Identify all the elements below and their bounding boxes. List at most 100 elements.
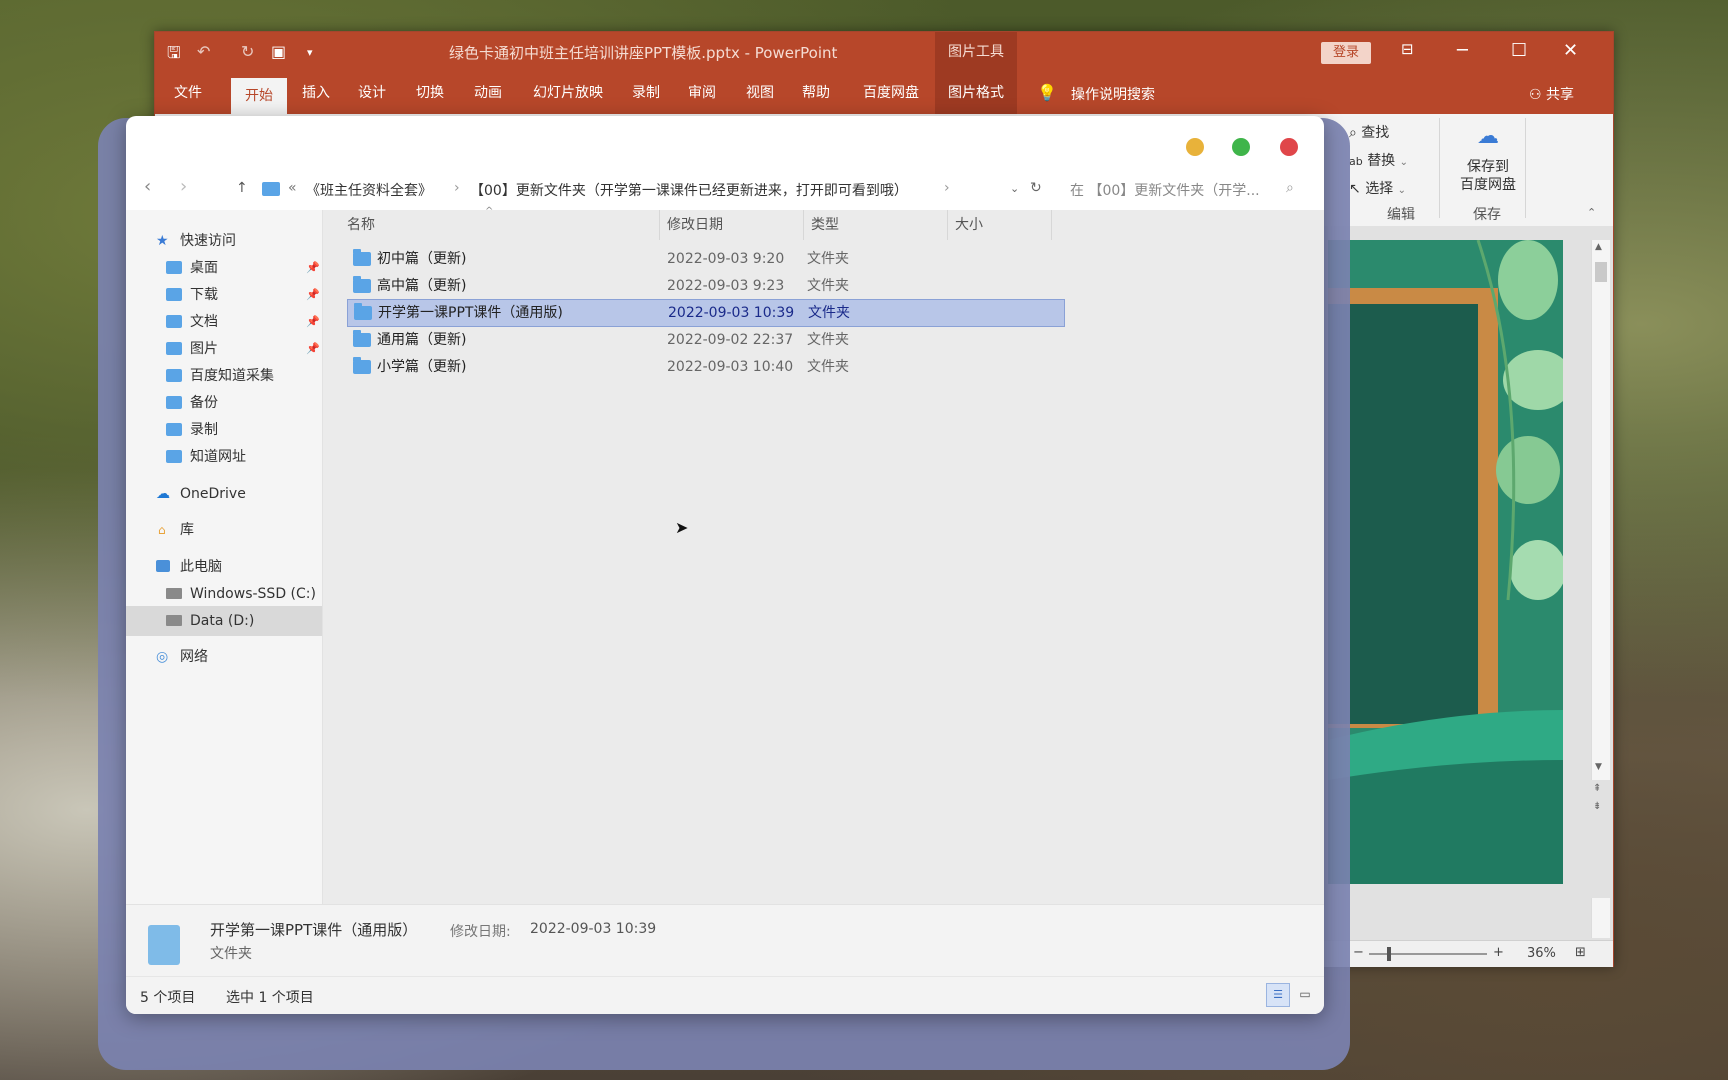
baidu-cloud-icon[interactable]: ☁ [1453,124,1523,149]
maximize-button[interactable] [1232,138,1250,156]
scroll-up-icon[interactable]: ▲ [1595,242,1602,252]
slide-thumbnail[interactable] [1328,240,1563,884]
customize-qat-icon[interactable]: ▾ [307,46,313,59]
file-name: 高中篇（更新) [377,278,467,294]
scroll-thumb[interactable] [1595,262,1607,282]
select-button[interactable]: ↖ 选择 ⌄ [1349,178,1406,198]
forward-icon[interactable]: › [180,176,187,197]
tab-record[interactable]: 录制 [621,72,671,114]
nav-pictures[interactable]: 图片 📌 [126,334,322,364]
tab-transitions[interactable]: 切换 [405,72,455,114]
nav-record[interactable]: 录制 [126,415,322,445]
breadcrumb-overflow[interactable]: « [288,180,297,196]
tab-file[interactable]: 文件 [163,72,213,114]
zoom-out-icon[interactable]: − [1353,945,1364,960]
folder-icon [353,276,371,293]
present-icon[interactable]: ▣ [271,42,286,61]
large-icons-view-icon[interactable]: ▭ [1294,983,1316,1005]
save-icon[interactable]: 🖫 [167,42,181,69]
search-icon[interactable]: ⌕ [1286,180,1294,196]
up-icon[interactable]: ↑ [236,180,248,196]
refresh-icon[interactable]: ↻ [1030,180,1042,196]
file-type: 文件夹 [807,251,849,267]
details-date: 2022-09-03 10:39 [530,921,657,937]
tab-baidu-pan[interactable]: 百度网盘 [851,72,931,114]
tab-picture-format[interactable]: 图片格式 [935,72,1017,114]
collapse-ribbon-icon[interactable]: ⌃ [1587,206,1596,219]
computer-icon [156,560,170,572]
nav-desktop[interactable]: 桌面 📌 [126,253,322,283]
find-button[interactable]: ⌕ 查找 [1349,122,1389,142]
nav-quick-access[interactable]: ★ 快速访问 [126,226,322,256]
nav-library[interactable]: ⌂ 库 [126,515,322,545]
breadcrumb-current[interactable]: 【00】更新文件夹（开学第一课课件已经更新进来，打开即可看到哦） [470,180,908,200]
zoom-slider-handle[interactable] [1387,947,1391,961]
nav-label: 知道网址 [190,449,246,465]
tab-help[interactable]: 帮助 [791,72,841,114]
list-item[interactable]: 初中篇（更新) 2022-09-03 9:20 文件夹 [347,246,1063,272]
folder-icon [262,182,280,196]
pictures-icon [166,342,182,355]
file-date: 2022-09-03 10:40 [667,359,794,375]
nav-documents[interactable]: 文档 📌 [126,307,322,337]
column-size[interactable]: 大小 [947,210,1052,240]
tab-view[interactable]: 视图 [735,72,785,114]
nav-drive-d[interactable]: Data (D:) [126,606,322,636]
scroll-down-icon[interactable]: ▼ [1595,762,1602,772]
zoom-in-icon[interactable]: + [1493,945,1504,960]
tab-design[interactable]: 设计 [347,72,397,114]
undo-icon[interactable]: ↶ [197,42,210,61]
back-icon[interactable]: ‹ [144,176,151,197]
pin-icon[interactable]: 📌 [306,334,320,364]
breadcrumb-parent[interactable]: 《班主任资料全套》 [306,180,432,200]
minimize-button[interactable] [1186,138,1204,156]
column-type[interactable]: 类型 [803,210,948,240]
zoom-slider[interactable] [1369,947,1487,961]
tab-animations[interactable]: 动画 [463,72,513,114]
slide-vertical-scrollbar[interactable]: ▲ ▼ [1591,240,1610,780]
nav-onedrive[interactable]: ☁ OneDrive [126,479,322,509]
nav-drive-c[interactable]: Windows-SSD (C:) [126,579,322,609]
replace-button[interactable]: ab 替换 ⌄ [1349,150,1408,170]
ribbon-display-icon[interactable]: ⊟ [1401,40,1414,58]
zoom-level[interactable]: 36% [1527,946,1556,961]
nav-downloads[interactable]: 下载 📌 [126,280,322,310]
save-to-label[interactable]: 保存到 [1453,156,1523,176]
pin-icon[interactable]: 📌 [306,253,320,283]
column-date[interactable]: 修改日期 [661,210,804,240]
chevron-down-icon[interactable]: ⌄ [1010,182,1019,195]
share-button[interactable]: ⚇ 共享 [1529,84,1574,104]
list-item[interactable]: 小学篇（更新) 2022-09-03 10:40 文件夹 [347,354,1063,380]
baidu-pan-label[interactable]: 百度网盘 [1453,174,1523,194]
nav-baidu-zhidao[interactable]: 百度知道采集 [126,361,322,391]
file-name: 小学篇（更新) [377,359,467,375]
list-item[interactable]: 通用篇（更新) 2022-09-02 22:37 文件夹 [347,327,1063,353]
minimize-icon[interactable]: ─ [1457,40,1468,61]
close-button[interactable] [1280,138,1298,156]
login-button[interactable]: 登录 [1321,42,1371,64]
maximize-icon[interactable]: ☐ [1511,40,1527,61]
nav-this-pc[interactable]: 此电脑 [126,552,322,582]
file-list: 名称 ^ 修改日期 类型 大小 初中篇（更新) 2022-09-03 9:20 … [323,206,1324,904]
details-view-icon[interactable]: ☰ [1266,983,1290,1007]
tab-home[interactable]: 开始 [231,78,287,114]
prev-next-slide-icons[interactable]: ⇞ ⇟ [1593,780,1601,816]
redo-icon[interactable]: ↻ [241,42,254,61]
nav-zhidao-url[interactable]: 知道网址 [126,442,322,472]
tab-insert[interactable]: 插入 [291,72,341,114]
nav-backup[interactable]: 备份 [126,388,322,418]
cursor-icon: ↖ [1349,181,1361,197]
pin-icon[interactable]: 📌 [306,307,320,337]
nav-network[interactable]: ◎ 网络 [126,642,322,672]
notes-scrollbar[interactable] [1591,898,1610,938]
list-item-selected[interactable]: 开学第一课PPT课件（通用版) 2022-09-03 10:39 文件夹 [347,299,1065,327]
list-item[interactable]: 高中篇（更新) 2022-09-03 9:23 文件夹 [347,273,1063,299]
fit-slide-icon[interactable]: ⊞ [1575,945,1586,960]
pin-icon[interactable]: 📌 [306,280,320,310]
tab-slideshow[interactable]: 幻灯片放映 [523,72,613,114]
ribbon-separator [1525,118,1526,218]
tab-review[interactable]: 审阅 [677,72,727,114]
close-icon[interactable]: ✕ [1563,40,1578,61]
tell-me-search[interactable]: 操作说明搜索 [1071,84,1155,104]
search-input[interactable]: 在 【00】更新文件夹（开学... [1070,180,1260,200]
